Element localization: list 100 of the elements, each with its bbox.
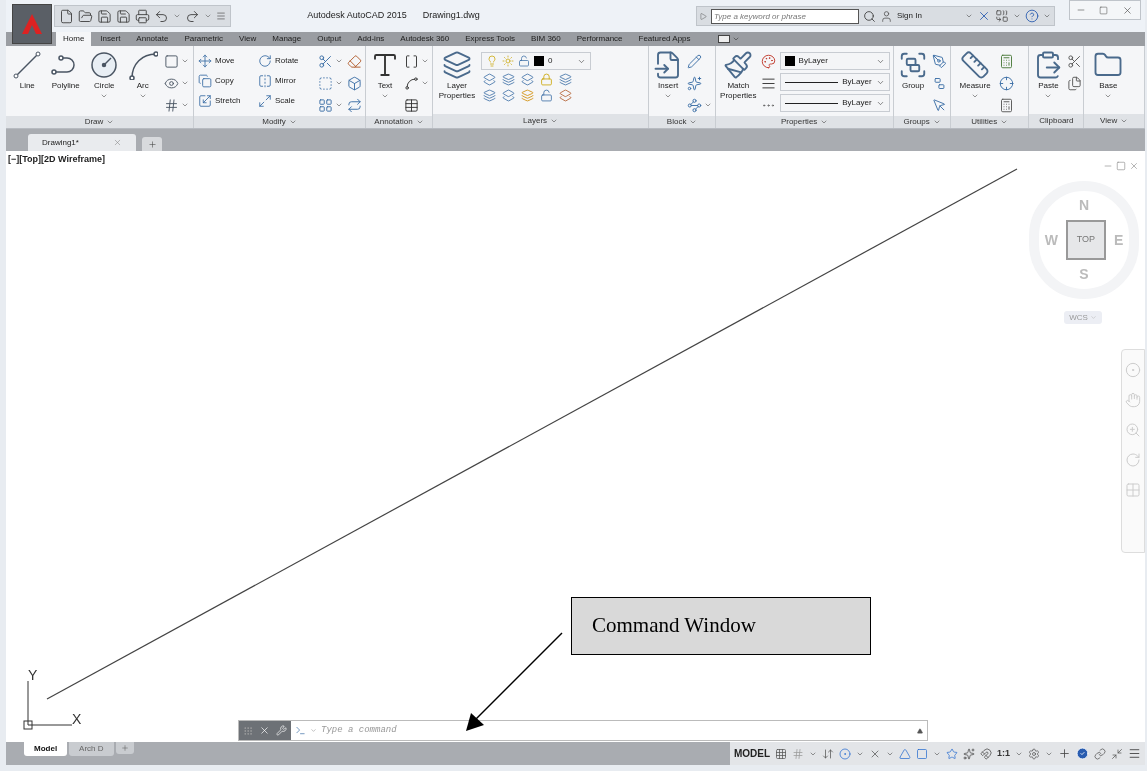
- layer-tool-icon[interactable]: [521, 73, 534, 86]
- caret-icon[interactable]: [181, 57, 189, 65]
- ribbon-tool-button[interactable]: Match Properties: [720, 50, 757, 101]
- save-as-icon[interactable]: [116, 8, 131, 24]
- layout-tab[interactable]: Arch D: [69, 742, 114, 756]
- point-id-icon[interactable]: [999, 75, 1015, 91]
- array-icon[interactable]: [318, 97, 333, 113]
- caret-icon[interactable]: [335, 101, 343, 109]
- property-dropdown[interactable]: 0: [481, 52, 591, 70]
- file-tab[interactable]: Drawing1*: [28, 134, 136, 151]
- stretch-icon[interactable]: [198, 94, 212, 108]
- application-menu-button[interactable]: [12, 4, 52, 44]
- quick-calc-icon[interactable]: [999, 53, 1015, 69]
- ribbon-tab[interactable]: Manage: [265, 32, 309, 46]
- ribbon-tool-button[interactable]: Rotate: [258, 52, 314, 70]
- minimize-ribbon-icon[interactable]: [717, 35, 730, 43]
- mirror-icon[interactable]: [258, 74, 272, 88]
- copy-icon[interactable]: [198, 74, 212, 88]
- move-arrows-icon[interactable]: [198, 54, 212, 68]
- caret-icon[interactable]: [1013, 12, 1021, 20]
- layers-icon[interactable]: [442, 50, 472, 80]
- user-icon[interactable]: [880, 9, 893, 23]
- model-space-button[interactable]: MODEL: [733, 746, 770, 761]
- layer-tool-icon[interactable]: [521, 89, 534, 102]
- caret-icon[interactable]: [1043, 12, 1051, 20]
- annotation-scale-button[interactable]: 1:1: [997, 746, 1010, 761]
- caret-icon[interactable]: [181, 79, 189, 87]
- viewport-label[interactable]: [−][Top][2D Wireframe]: [8, 153, 105, 167]
- panel-title-bar[interactable]: Annotation: [366, 116, 432, 128]
- layer-tool-icon[interactable]: [559, 73, 572, 86]
- close-tab-icon[interactable]: [113, 138, 122, 147]
- ruler-icon[interactable]: [960, 50, 991, 80]
- ribbon-tool-button[interactable]: Line: [10, 50, 45, 91]
- caret-icon[interactable]: [1104, 92, 1113, 100]
- plus-icon[interactable]: [1058, 747, 1071, 760]
- caret-icon[interactable]: [335, 57, 343, 65]
- color-wheel-icon[interactable]: [760, 53, 776, 69]
- layer-tool-icon[interactable]: [483, 73, 496, 86]
- caret-icon[interactable]: [138, 92, 147, 100]
- ribbon-tab[interactable]: Performance: [569, 32, 630, 46]
- ribbon-tool-button[interactable]: Arc: [125, 50, 160, 100]
- caret-icon[interactable]: [932, 118, 941, 126]
- caret-icon[interactable]: [335, 79, 343, 87]
- paintbrush-icon[interactable]: [723, 50, 754, 80]
- ribbon-tool-button[interactable]: Layer Properties: [437, 50, 477, 101]
- lightbulb-icon[interactable]: [486, 55, 498, 67]
- caret-icon[interactable]: [1044, 92, 1053, 100]
- property-dropdown[interactable]: ByLayer: [779, 52, 890, 70]
- ribbon-tab[interactable]: Express Tools: [458, 32, 522, 46]
- selection-icon[interactable]: [932, 97, 948, 113]
- circle-tool-icon[interactable]: [89, 50, 120, 80]
- undo-icon[interactable]: [154, 8, 169, 24]
- caret-icon[interactable]: [971, 92, 980, 100]
- layer-tool-icon[interactable]: [502, 73, 515, 86]
- grid-icon[interactable]: [775, 747, 787, 760]
- hatch-icon[interactable]: [164, 97, 179, 113]
- layer-tool-icon[interactable]: [502, 89, 515, 102]
- restore-icon[interactable]: [1098, 5, 1108, 15]
- pan-hand-icon[interactable]: [1125, 392, 1141, 408]
- menu-icon[interactable]: [1128, 747, 1141, 760]
- ribbon-tool-button[interactable]: Mirror: [258, 72, 314, 90]
- caret-icon[interactable]: [965, 12, 973, 20]
- ribbon-tool-button[interactable]: Scale: [258, 92, 314, 110]
- property-dropdown[interactable]: ByLayer: [779, 73, 890, 91]
- customize-icon[interactable]: [216, 11, 226, 21]
- panel-title-bar[interactable]: View: [1084, 114, 1144, 128]
- ribbon-tab[interactable]: View: [232, 32, 264, 46]
- ribbon-tool-button[interactable]: Circle: [87, 50, 122, 100]
- caret-icon[interactable]: [415, 118, 424, 126]
- ribbon-tab[interactable]: Autodesk 360: [393, 32, 457, 46]
- layer-tool-icon[interactable]: [559, 89, 572, 102]
- save-icon[interactable]: [97, 8, 112, 24]
- caret-icon[interactable]: [106, 118, 115, 126]
- help-icon[interactable]: [1025, 9, 1039, 23]
- caret-icon[interactable]: [181, 101, 189, 109]
- ribbon-tab[interactable]: Annotate: [129, 32, 176, 46]
- ribbon-tab[interactable]: Parametric: [177, 32, 231, 46]
- viewcube[interactable]: N W TOP E S: [1029, 181, 1139, 299]
- scale-icon[interactable]: [258, 94, 272, 108]
- ribbon-tab[interactable]: Insert: [93, 32, 128, 46]
- caret-icon[interactable]: [381, 92, 389, 100]
- caret-icon[interactable]: [204, 12, 212, 20]
- arc-tool-icon[interactable]: [127, 50, 158, 80]
- cut-icon[interactable]: [1067, 53, 1083, 69]
- ribbon-tool-button[interactable]: Copy: [198, 72, 254, 90]
- caret-icon[interactable]: [820, 118, 829, 126]
- erase-icon[interactable]: [347, 53, 362, 69]
- caret-icon[interactable]: [288, 118, 297, 126]
- copy-clip-icon[interactable]: [1067, 75, 1083, 91]
- folder-icon[interactable]: [78, 8, 93, 24]
- ribbon-tool-button[interactable]: Polyline: [48, 50, 83, 91]
- panel-title-bar[interactable]: Draw: [6, 116, 193, 128]
- ribbon-tab[interactable]: Home: [56, 32, 92, 46]
- caret-icon[interactable]: [173, 12, 181, 20]
- layer-unlock-icon[interactable]: [540, 89, 553, 102]
- unlock-icon[interactable]: [518, 55, 530, 67]
- rectangle-icon[interactable]: [164, 53, 179, 69]
- caret-icon[interactable]: [550, 117, 559, 125]
- close-icon[interactable]: [1121, 4, 1133, 16]
- close-icon[interactable]: [1129, 161, 1139, 171]
